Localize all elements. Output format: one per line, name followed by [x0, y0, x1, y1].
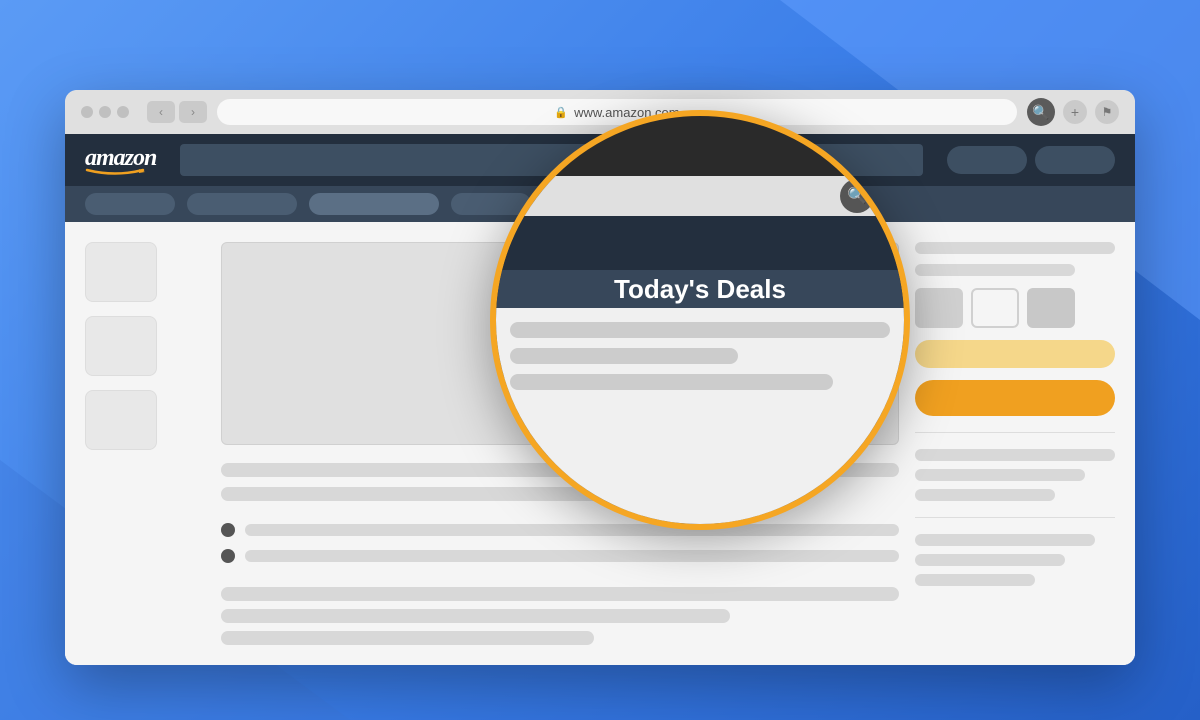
product-thumb-sm-1 — [915, 288, 963, 328]
price-highlight — [915, 340, 1115, 368]
product-thumb-sm-3 — [1027, 288, 1075, 328]
bullet-items — [221, 523, 899, 563]
bullet-item-1 — [221, 523, 899, 537]
browser-actions: 🔍 + ⚑ — [1027, 98, 1119, 126]
mag-line-3 — [510, 374, 833, 390]
nav-buttons: ‹ › — [147, 101, 207, 123]
right-text-4 — [915, 469, 1085, 481]
bullet-text-2 — [245, 550, 899, 562]
todays-deals-label: Today's Deals — [614, 274, 786, 305]
bottom-text-2 — [221, 609, 730, 623]
mag-line-1 — [510, 322, 890, 338]
right-text-1 — [915, 242, 1115, 254]
bottom-text-3 — [221, 631, 594, 645]
bottom-text-1 — [221, 587, 899, 601]
amazon-logo[interactable]: amazon — [85, 145, 156, 176]
buy-button[interactable] — [915, 380, 1115, 416]
mag-content-below — [496, 308, 904, 524]
subnav-item-2[interactable] — [187, 193, 297, 215]
nav-pill-1[interactable] — [947, 146, 1027, 174]
right-sidebar — [915, 242, 1115, 645]
nav-pill-2[interactable] — [1035, 146, 1115, 174]
subnav-item-1[interactable] — [85, 193, 175, 215]
traffic-light-minimize[interactable] — [99, 106, 111, 118]
magnifier-inner: 🔍 Today's Deals — [496, 116, 904, 524]
right-text-6 — [915, 534, 1095, 546]
traffic-light-close[interactable] — [81, 106, 93, 118]
right-text-group — [915, 449, 1115, 501]
mag-line-2 — [510, 348, 738, 364]
bookmark-button[interactable]: ⚑ — [1095, 100, 1119, 124]
sidebar-thumb-2[interactable] — [85, 316, 157, 376]
bottom-text-lines — [221, 587, 899, 645]
nav-pills — [947, 146, 1115, 174]
sidebar-thumb-3[interactable] — [85, 390, 157, 450]
right-text-2 — [915, 264, 1075, 276]
traffic-light-maximize[interactable] — [117, 106, 129, 118]
right-text-3 — [915, 449, 1115, 461]
mag-address-bar: 🔍 — [496, 176, 904, 216]
left-sidebar — [85, 242, 205, 645]
right-text-8 — [915, 574, 1035, 586]
browser-search-button[interactable]: 🔍 — [1027, 98, 1055, 126]
magnifier-overlay: 🔍 Today's Deals — [490, 110, 910, 530]
mag-subnav: Today's Deals — [496, 270, 904, 308]
mag-amazon-nav — [496, 216, 904, 270]
right-content-top — [915, 242, 1115, 276]
amazon-smile-arrow — [85, 168, 145, 176]
divider-2 — [915, 517, 1115, 518]
traffic-lights — [81, 106, 129, 118]
plus-button[interactable]: + — [1063, 100, 1087, 124]
divider-1 — [915, 432, 1115, 433]
product-thumb-sm-2 — [971, 288, 1019, 328]
bullet-dot-2 — [221, 549, 235, 563]
mag-search-icon: 🔍 — [840, 179, 874, 213]
subnav-item-todays-deals[interactable] — [309, 193, 439, 215]
right-text-7 — [915, 554, 1065, 566]
sidebar-thumb-1[interactable] — [85, 242, 157, 302]
bullet-item-2 — [221, 549, 899, 563]
forward-button[interactable]: › — [179, 101, 207, 123]
search-icon: 🔍 — [1032, 104, 1049, 121]
right-text-5 — [915, 489, 1055, 501]
product-row-1 — [915, 288, 1115, 328]
right-text-group-2 — [915, 534, 1115, 586]
bullet-text-1 — [245, 524, 899, 536]
bullet-dot-1 — [221, 523, 235, 537]
back-button[interactable]: ‹ — [147, 101, 175, 123]
search-magnifier-icon: 🔍 — [847, 186, 867, 206]
